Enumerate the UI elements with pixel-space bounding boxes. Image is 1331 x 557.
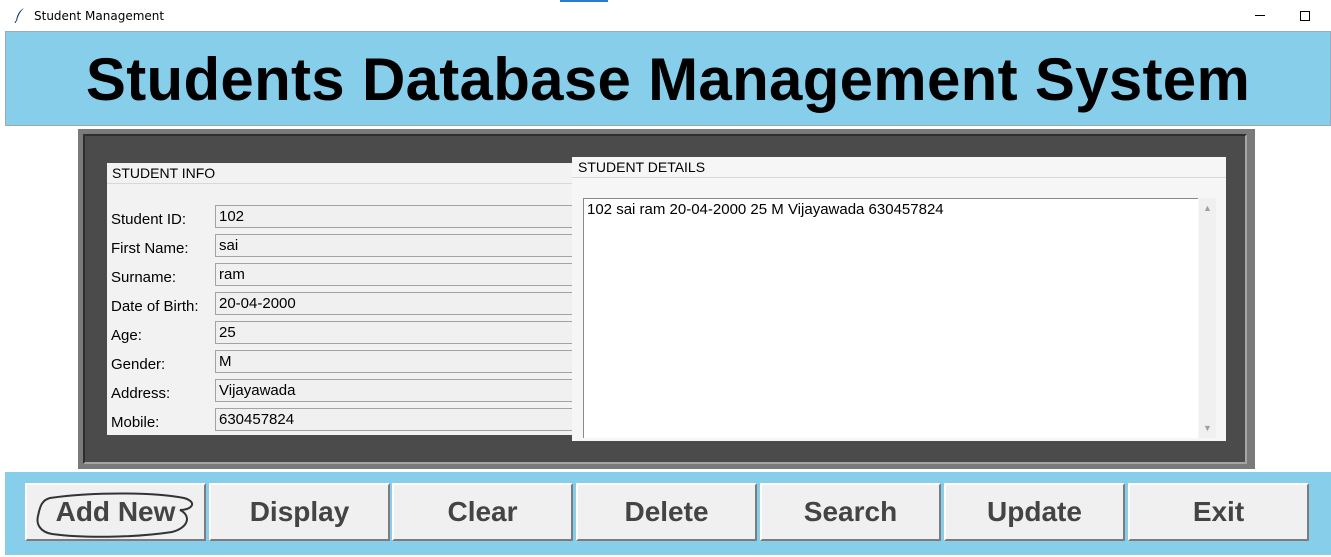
- age-input[interactable]: [215, 321, 573, 344]
- first-name-input[interactable]: [215, 234, 573, 257]
- add-new-button[interactable]: Add New: [25, 483, 206, 541]
- first-name-label: First Name:: [111, 240, 189, 257]
- date-of-birth-input[interactable]: [215, 292, 573, 315]
- student-records-list[interactable]: 102 sai ram 20-04-2000 25 M Vijayawada 6…: [583, 198, 1198, 438]
- field-date-of-birth: Date of Birth:: [107, 292, 573, 321]
- add-new-label: Add New: [55, 496, 176, 527]
- vertical-scrollbar[interactable]: ▲ ▼: [1199, 198, 1216, 438]
- address-label: Address:: [111, 385, 171, 402]
- clear-button[interactable]: Clear: [392, 483, 573, 541]
- window-title: Student Management: [34, 9, 165, 23]
- student-details-panel: STUDENT DETAILS 102 sai ram 20-04-2000 2…: [572, 157, 1226, 441]
- field-student-id: Student ID:: [107, 205, 573, 234]
- minimize-button[interactable]: [1237, 0, 1283, 31]
- page-title: Students Database Management System: [85, 46, 1251, 113]
- student-info-panel: STUDENT INFO Student ID: First Name: Sur…: [107, 163, 573, 435]
- display-label: Display: [249, 496, 350, 527]
- maximize-icon: [1300, 10, 1310, 21]
- title-bar: Student Management: [0, 0, 1331, 31]
- scroll-up-icon[interactable]: ▲: [1199, 201, 1216, 215]
- divider: [107, 183, 573, 184]
- search-button[interactable]: Search: [760, 483, 941, 541]
- student-details-title: STUDENT DETAILS: [578, 159, 706, 175]
- field-surname: Surname:: [107, 263, 573, 292]
- exit-button[interactable]: Exit: [1128, 483, 1309, 541]
- feather-icon: [14, 8, 24, 23]
- mobile-label: Mobile:: [111, 414, 160, 431]
- student-info-title: STUDENT INFO: [112, 165, 216, 181]
- surname-label: Surname:: [111, 269, 177, 286]
- app-window: Student Management Students Database Man…: [0, 0, 1331, 557]
- divider: [572, 177, 1226, 178]
- gender-input[interactable]: [215, 350, 573, 373]
- age-label: Age:: [111, 327, 142, 344]
- button-bar: Add New Display Clear Delete Search Upda…: [5, 472, 1331, 555]
- title-focus-line: [560, 0, 608, 2]
- field-age: Age:: [107, 321, 573, 350]
- address-input[interactable]: [215, 379, 573, 402]
- surname-input[interactable]: [215, 263, 573, 286]
- header-banner: Students Database Management System: [5, 31, 1331, 126]
- scroll-down-icon[interactable]: ▼: [1199, 421, 1216, 435]
- field-first-name: First Name:: [107, 234, 573, 263]
- minimize-icon: [1255, 15, 1265, 16]
- maximize-button[interactable]: [1282, 0, 1328, 31]
- update-button[interactable]: Update: [944, 483, 1125, 541]
- search-label: Search: [803, 496, 898, 527]
- exit-label: Exit: [1192, 496, 1245, 527]
- gender-label: Gender:: [111, 356, 166, 373]
- clear-label: Clear: [447, 496, 518, 527]
- field-gender: Gender:: [107, 350, 573, 379]
- field-mobile: Mobile:: [107, 408, 573, 437]
- delete-label: Delete: [624, 496, 709, 527]
- date-of-birth-label: Date of Birth:: [111, 298, 199, 315]
- list-item[interactable]: 102 sai ram 20-04-2000 25 M Vijayawada 6…: [587, 201, 944, 218]
- mobile-input[interactable]: [215, 408, 573, 431]
- update-label: Update: [987, 496, 1082, 527]
- display-button[interactable]: Display: [209, 483, 390, 541]
- student-id-label: Student ID:: [111, 211, 187, 228]
- delete-button[interactable]: Delete: [576, 483, 757, 541]
- field-address: Address:: [107, 379, 573, 408]
- student-id-input[interactable]: [215, 205, 573, 228]
